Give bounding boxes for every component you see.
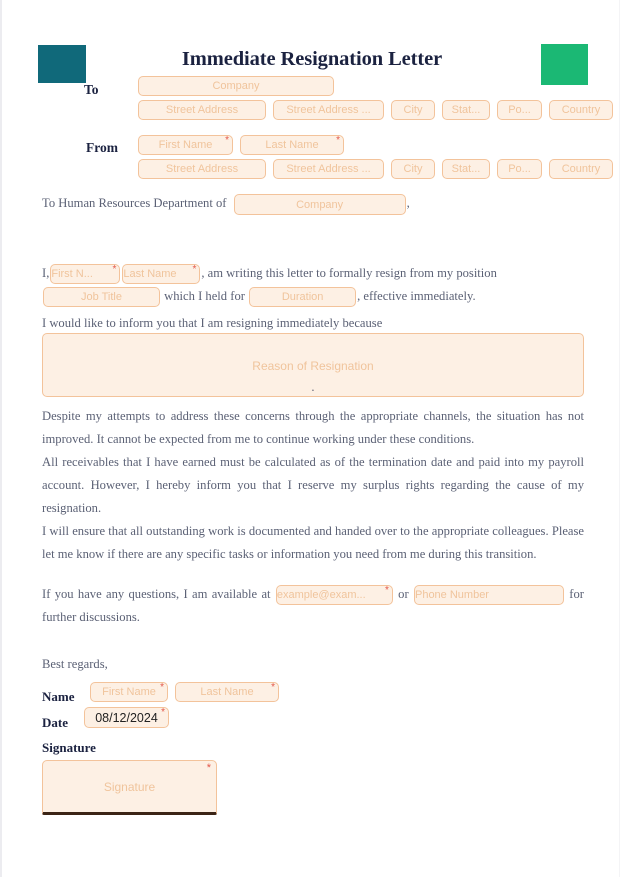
from-street-address-1-input[interactable]: Street Address xyxy=(138,159,266,179)
closing-last-name-input[interactable]: Last Name xyxy=(175,682,279,702)
intro-first-name-input[interactable]: First N... xyxy=(50,264,121,285)
from-label: From xyxy=(86,140,118,155)
salutation-prefix-text: To Human Resources Department of xyxy=(42,196,227,210)
job-title-line: Job Title which I held for Duration, eff… xyxy=(42,285,584,308)
closing-name-row: First Name Last Name xyxy=(90,682,279,702)
to-label: To xyxy=(84,82,99,97)
page-title: Immediate Resignation Letter xyxy=(181,48,443,70)
to-street-address-1-input[interactable]: Street Address xyxy=(138,100,266,120)
from-address-row: Street Address Street Address ... City S… xyxy=(138,159,616,179)
from-street-address-2-input[interactable]: Street Address ... xyxy=(273,159,384,179)
best-regards-text: Best regards, xyxy=(42,657,108,671)
to-address-row: Street Address Street Address ... City S… xyxy=(138,100,616,120)
to-street-address-2-input[interactable]: Street Address ... xyxy=(273,100,384,120)
intro-paragraph: I,First N...Last Name, am writing this l… xyxy=(42,262,584,285)
from-city-input[interactable]: City xyxy=(391,159,435,179)
resignation-letter-page: Immediate Resignation Letter To Company … xyxy=(0,0,620,877)
intro-i-text: I, xyxy=(42,266,50,280)
intro-middle-text: , am writing this letter to formally res… xyxy=(201,266,497,280)
paragraph-2: All receivables that I have earned must … xyxy=(42,455,584,515)
to-postal-code-input[interactable]: Po... xyxy=(497,100,542,120)
contact-paragraph: If you have any questions, I am availabl… xyxy=(42,583,584,629)
from-last-name-input[interactable]: Last Name xyxy=(240,135,344,155)
to-country-input[interactable]: Country xyxy=(549,100,613,120)
email-input[interactable]: example@exam... xyxy=(275,585,393,606)
date-input[interactable]: 08/12/2024 xyxy=(84,707,169,728)
from-postal-code-input[interactable]: Po... xyxy=(497,159,542,179)
paragraph-3: I will ensure that all outstanding work … xyxy=(42,524,584,561)
reason-lead-text: I would like to inform you that I am res… xyxy=(42,316,383,330)
name-label: Name xyxy=(42,689,75,704)
from-first-name-input[interactable]: First Name xyxy=(138,135,233,155)
signature-canvas[interactable]: Signature xyxy=(42,760,217,815)
signature-label: Signature xyxy=(42,740,96,755)
held-for-text: which I held for xyxy=(164,289,245,303)
salutation-suffix-text: , xyxy=(406,196,410,210)
to-city-input[interactable]: City xyxy=(391,100,435,120)
job-title-input[interactable]: Job Title xyxy=(43,287,160,308)
to-state-input[interactable]: Stat... xyxy=(442,100,490,120)
contact-or-text: or xyxy=(398,587,409,601)
from-country-input[interactable]: Country xyxy=(549,159,613,179)
paragraph-1: Despite my attempts to address these con… xyxy=(42,409,584,446)
from-state-input[interactable]: Stat... xyxy=(442,159,490,179)
reason-period-text: . xyxy=(311,380,315,394)
salutation-line: To Human Resources Department of Company… xyxy=(42,192,584,215)
closing-date-row: 08/12/2024 xyxy=(84,707,169,728)
intro-last-name-input[interactable]: Last Name xyxy=(122,264,201,285)
contact-lead-text: If you have any questions, I am availabl… xyxy=(42,587,271,601)
effective-text: , effective immediately. xyxy=(357,289,476,303)
from-name-row: First Name Last Name xyxy=(138,135,347,155)
salutation-company-input[interactable]: Company xyxy=(233,193,406,215)
date-label: Date xyxy=(42,715,68,730)
to-company-input[interactable]: Company xyxy=(138,76,334,96)
phone-number-input[interactable]: Phone Number xyxy=(413,585,564,606)
duration-input[interactable]: Duration xyxy=(249,287,357,308)
to-company-row: Company xyxy=(138,76,337,96)
closing-first-name-input[interactable]: First Name xyxy=(90,682,168,702)
